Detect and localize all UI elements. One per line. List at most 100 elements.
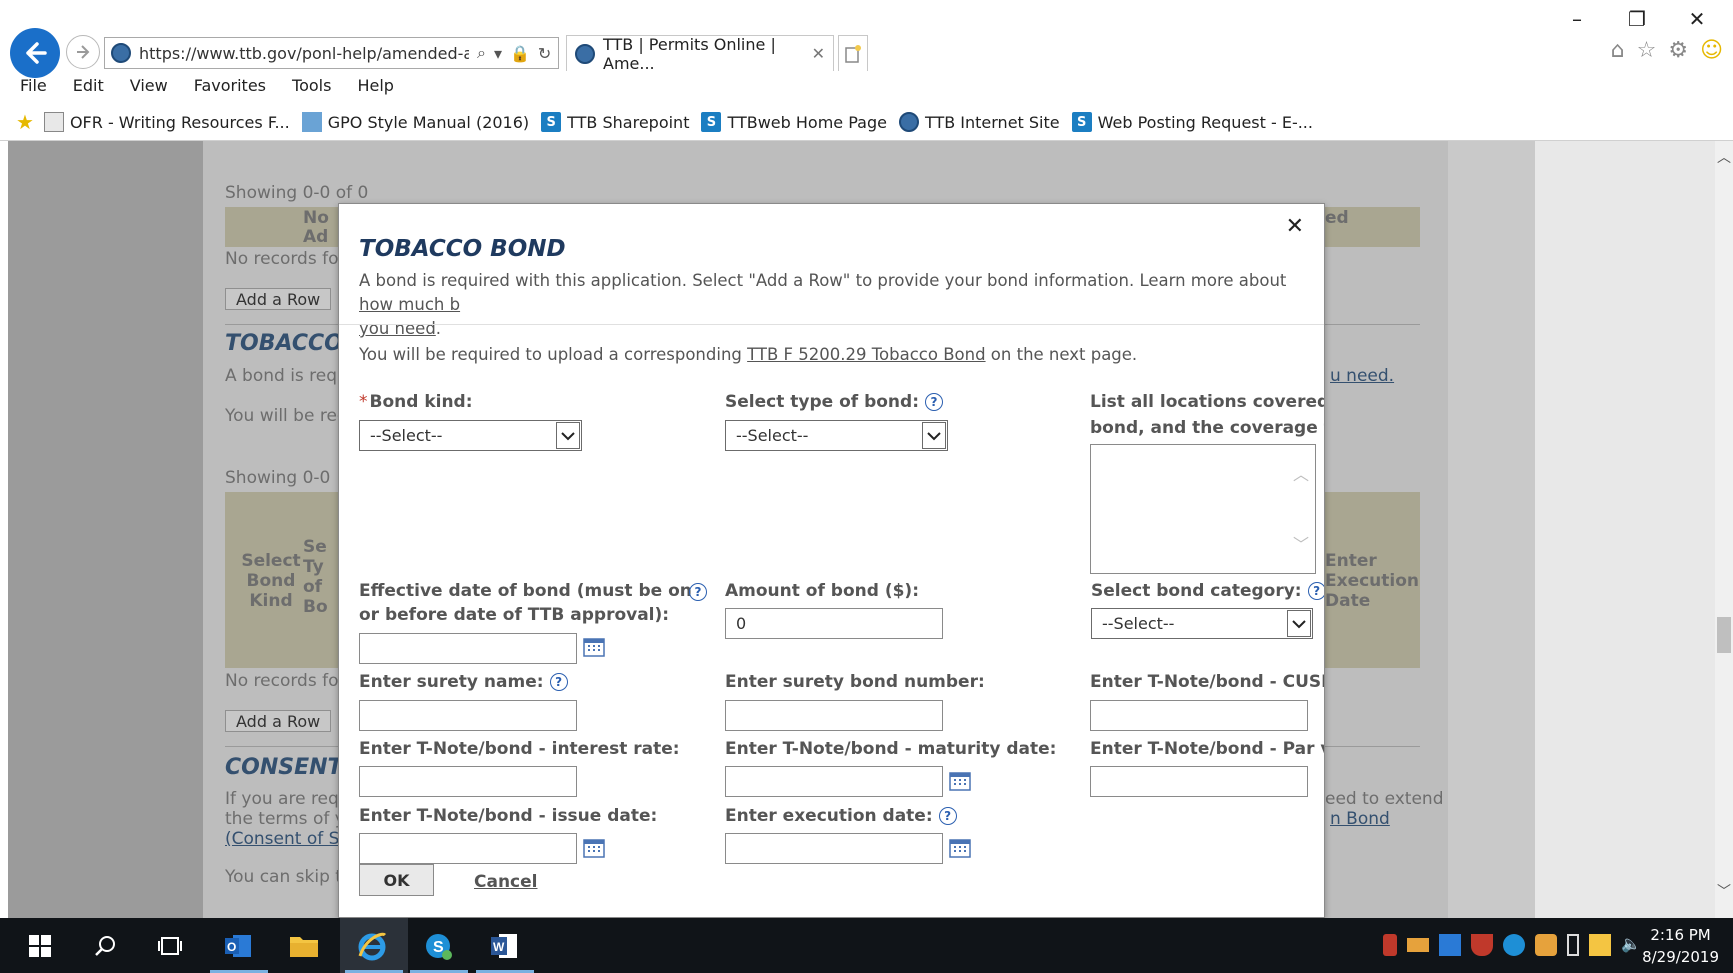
- browser-tab[interactable]: TTB | Permits Online | Ame... ✕: [566, 35, 834, 73]
- bg-consent-link[interactable]: (Consent of Su: [225, 829, 350, 849]
- bond-type-select[interactable]: --Select--: [725, 420, 948, 451]
- execution-date-label: Enter execution date:?: [725, 804, 957, 828]
- refresh-icon[interactable]: ↻: [538, 44, 551, 63]
- forward-button[interactable]: [66, 35, 100, 69]
- chevron-down-icon[interactable]: [1287, 610, 1311, 637]
- bg-add-row-label: Add a Row: [236, 711, 321, 731]
- internet-explorer-icon[interactable]: [352, 926, 392, 966]
- hand-icon[interactable]: [1535, 934, 1557, 956]
- menu-help[interactable]: Help: [357, 76, 393, 102]
- menu-favorites[interactable]: Favorites: [194, 76, 266, 102]
- fav-gpo[interactable]: GPO Style Manual (2016): [301, 112, 529, 132]
- mail-icon[interactable]: [1407, 938, 1429, 952]
- calendar-icon[interactable]: [949, 838, 971, 858]
- restore-icon[interactable]: ❐: [1607, 4, 1667, 34]
- bg-add-row-button-1[interactable]: Add a Row: [225, 288, 332, 310]
- execution-date-label-text: Enter execution date:: [725, 806, 933, 826]
- chevron-down-icon[interactable]: [922, 422, 946, 449]
- ok-button[interactable]: OK: [359, 864, 434, 896]
- calendar-icon[interactable]: [583, 637, 605, 657]
- scroll-down-icon[interactable]: ﹀: [1717, 881, 1731, 901]
- menu-edit[interactable]: Edit: [73, 76, 104, 102]
- tab-close-icon[interactable]: ✕: [812, 44, 825, 63]
- help-icon[interactable]: ?: [549, 673, 568, 691]
- par-value-input[interactable]: [1090, 766, 1308, 797]
- interest-rate-input[interactable]: [359, 766, 577, 797]
- fav-ofr[interactable]: OFR - Writing Resources F...: [43, 112, 290, 132]
- amount-input[interactable]: 0: [725, 608, 943, 639]
- smiley-feedback-icon[interactable]: ☺: [1700, 38, 1723, 63]
- usb-icon[interactable]: [1383, 934, 1397, 956]
- surety-name-input[interactable]: [359, 700, 577, 731]
- fav-ttb-internet[interactable]: TTB Internet Site: [898, 112, 1060, 132]
- skype-tray-icon[interactable]: [1503, 934, 1525, 956]
- windows-start-icon[interactable]: [20, 926, 60, 966]
- mcafee-shield-icon[interactable]: [1471, 934, 1493, 956]
- outlook-tray-icon[interactable]: [1439, 934, 1461, 956]
- page-scrollbar[interactable]: ︿ ﹀: [1715, 141, 1733, 918]
- note-icon[interactable]: [1589, 934, 1611, 956]
- skype-icon[interactable]: S: [418, 926, 458, 966]
- maturity-date-input[interactable]: [725, 766, 943, 797]
- word-icon[interactable]: W: [484, 926, 524, 966]
- menu-tools[interactable]: Tools: [292, 76, 331, 102]
- fav-ttb-sharepoint[interactable]: S TTB Sharepoint: [541, 112, 689, 132]
- bg-col-select-bond-kind: Select Bond Kind: [241, 551, 301, 611]
- effective-date-label-1: Effective date of bond (must be on: [359, 581, 692, 601]
- site-shield-icon: [111, 43, 131, 63]
- bg-add-row-button-2[interactable]: Add a Row: [225, 710, 332, 732]
- address-tools: ⌕ ▾ 🔒 ↻: [477, 43, 551, 63]
- menu-file[interactable]: File: [20, 76, 47, 102]
- minimize-icon[interactable]: –: [1547, 4, 1607, 34]
- calendar-icon[interactable]: [583, 838, 605, 858]
- cancel-link[interactable]: Cancel: [474, 872, 537, 892]
- issue-date-input[interactable]: [359, 833, 577, 864]
- scroll-thumb[interactable]: [1717, 617, 1731, 653]
- locations-textarea[interactable]: ︿ ﹀: [1090, 444, 1316, 574]
- ttb-form-link[interactable]: TTB F 5200.29 Tobacco Bond: [747, 345, 985, 364]
- home-icon[interactable]: ⌂: [1611, 38, 1625, 63]
- address-bar[interactable]: https://www.ttb.gov/ponl-help/amended-ap…: [104, 37, 559, 69]
- scroll-up-icon[interactable]: ︿: [1717, 147, 1731, 167]
- task-view-icon[interactable]: [150, 926, 190, 966]
- bond-category-select[interactable]: --Select--: [1091, 608, 1313, 639]
- cusip-input[interactable]: [1090, 700, 1308, 731]
- volume-icon[interactable]: 🔈: [1621, 934, 1643, 956]
- search-icon[interactable]: [86, 926, 126, 966]
- chevron-down-icon[interactable]: [556, 422, 580, 449]
- fav-ttbweb[interactable]: S TTBweb Home Page: [701, 112, 887, 132]
- favorites-star-icon[interactable]: ☆: [1637, 38, 1657, 63]
- surety-number-input[interactable]: [725, 700, 943, 731]
- battery-icon[interactable]: [1567, 934, 1579, 956]
- menu-view[interactable]: View: [130, 76, 168, 102]
- how-much-bond-link[interactable]: how much b: [359, 295, 460, 314]
- calendar-icon[interactable]: [949, 771, 971, 791]
- bg-consent-right-link[interactable]: n Bond: [1330, 809, 1390, 829]
- settings-gear-icon[interactable]: ⚙: [1668, 38, 1688, 63]
- lock-icon[interactable]: 🔒: [510, 44, 530, 63]
- help-icon[interactable]: ?: [925, 393, 943, 411]
- system-clock[interactable]: 2:16 PM 8/29/2019: [1642, 924, 1719, 968]
- back-button[interactable]: [10, 28, 60, 78]
- new-tab-button[interactable]: [838, 35, 868, 71]
- textarea-scroll-up-icon[interactable]: ︿: [1293, 461, 1309, 485]
- search-icon[interactable]: ⌕: [477, 43, 486, 63]
- modal-close-icon[interactable]: ✕: [1286, 214, 1304, 239]
- help-icon[interactable]: ?: [689, 583, 707, 601]
- textarea-scroll-down-icon[interactable]: ﹀: [1293, 531, 1309, 555]
- dropdown-icon[interactable]: ▾: [494, 44, 502, 63]
- close-window-icon[interactable]: ✕: [1667, 4, 1727, 34]
- fav-web-posting[interactable]: S Web Posting Request - E-...: [1071, 112, 1313, 132]
- outlook-icon[interactable]: O: [218, 926, 258, 966]
- file-explorer-icon[interactable]: [284, 926, 324, 966]
- help-icon[interactable]: ?: [938, 807, 957, 825]
- bg-you-need-link[interactable]: u need.: [1330, 366, 1394, 386]
- tobacco-bond-modal: ✕ TOBACCO BOND A bond is required with t…: [338, 203, 1325, 918]
- url-text[interactable]: https://www.ttb.gov/ponl-help/amended-ap…: [139, 44, 469, 63]
- bond-kind-select[interactable]: --Select--: [359, 420, 582, 451]
- add-favorite-icon[interactable]: ★: [16, 110, 34, 134]
- help-icon[interactable]: ?: [1307, 582, 1324, 600]
- effective-date-input[interactable]: [359, 633, 577, 664]
- you-need-link[interactable]: you need: [359, 319, 436, 338]
- execution-date-input[interactable]: [725, 833, 943, 864]
